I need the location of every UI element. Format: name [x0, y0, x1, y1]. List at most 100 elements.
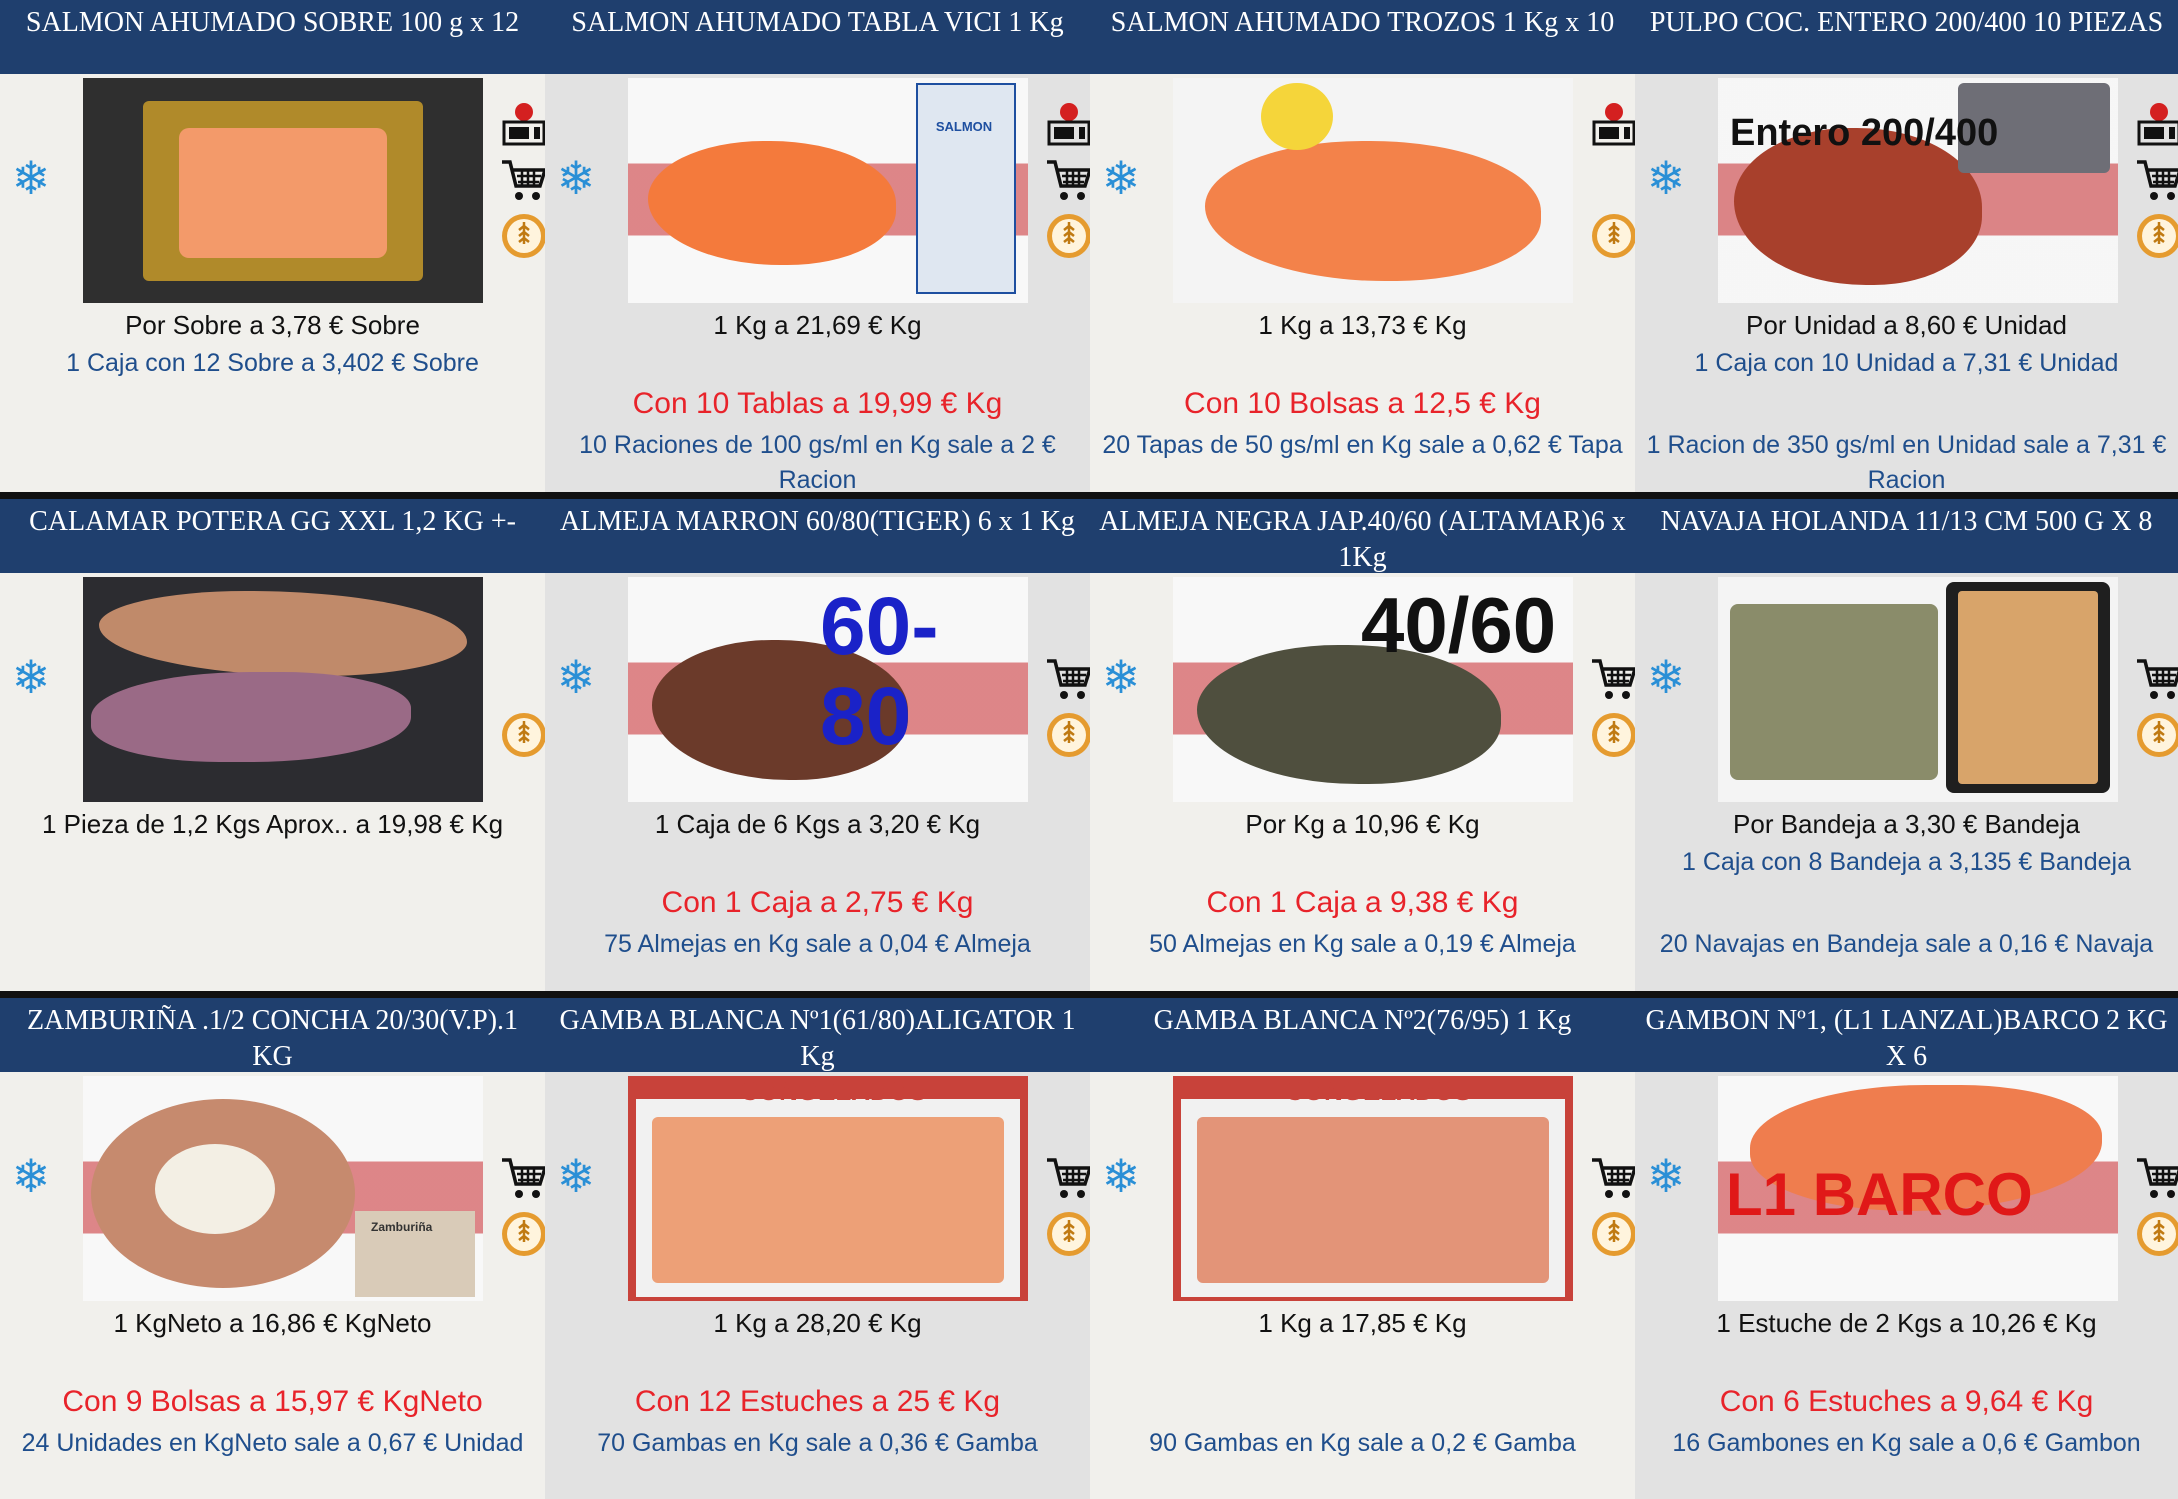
gluten-free-icon [2137, 214, 2178, 258]
product-card[interactable]: ZAMBURIÑA .1/2 CONCHA 20/30(V.P).1 KG Za… [0, 998, 545, 1499]
box-price-line: 1 Caja con 8 Bandeja a 3,135 € Bandeja [1682, 848, 2131, 876]
cart-icon[interactable] [1590, 655, 1635, 703]
product-title: GAMBON Nº1, (L1 LANZAL)BARCO 2 KG X 6 [1635, 998, 2178, 1072]
product-card[interactable]: SALMON AHUMADO TABLA VICI 1 Kg SALMON ❄ … [545, 0, 1090, 499]
gluten-free-icon [2137, 713, 2178, 757]
photo-label: SALMON [935, 118, 993, 134]
product-photo[interactable]: 60-80 [628, 577, 1028, 802]
product-card[interactable]: ALMEJA NEGRA JAP.40/60 (ALTAMAR)6 x 1Kg … [1090, 499, 1635, 998]
product-icons [1045, 599, 1090, 767]
product-icons [1590, 1098, 1635, 1266]
product-photo[interactable]: CONGELADOS [1173, 1076, 1573, 1301]
price-line: 1 Caja de 6 Kgs a 3,20 € Kg [654, 809, 981, 839]
product-photo[interactable] [83, 78, 483, 303]
gluten-free-icon [502, 713, 545, 757]
gluten-free-icon [1047, 713, 1090, 757]
product-card[interactable]: GAMBA BLANCA Nº2(76/95) 1 Kg CONGELADOS … [1090, 998, 1635, 1499]
ration-line: 24 Unidades en KgNeto sale a 0,67 € Unid… [21, 1429, 524, 1457]
offer-line: Con 10 Bolsas a 12,5 € Kg [1184, 387, 1541, 420]
photo-label: 60-80 [820, 580, 939, 762]
snowflake-icon: ❄ [11, 651, 51, 703]
price-line: Por Unidad a 8,60 € Unidad [1746, 310, 2067, 340]
product-card[interactable]: NAVAJA HOLANDA 11/13 CM 500 G X 8 ❄ Por … [1635, 499, 2178, 998]
photo-label: CONGELADOS [1285, 1076, 1472, 1106]
product-title: GAMBA BLANCA Nº1(61/80)ALIGATOR 1 Kg [545, 998, 1090, 1072]
photo-label: CONGELADOS [740, 1076, 927, 1106]
product-icons [2135, 100, 2178, 268]
price-line: 1 KgNeto a 16,86 € KgNeto [113, 1308, 432, 1338]
price-line: 1 Kg a 28,20 € Kg [713, 1308, 922, 1338]
gluten-free-icon [1047, 214, 1090, 258]
product-card[interactable]: SALMON AHUMADO SOBRE 100 g x 12 ❄ Por So… [0, 0, 545, 499]
product-card[interactable]: CALAMAR POTERA GG XXL 1,2 KG +- ❄ 1 Piez… [0, 499, 545, 998]
product-photo[interactable]: 40/60 [1173, 577, 1573, 802]
product-photo[interactable] [1718, 577, 2118, 802]
product-title: SALMON AHUMADO TABLA VICI 1 Kg [545, 0, 1090, 74]
product-icons [2135, 1098, 2178, 1266]
product-title: ZAMBURIÑA .1/2 CONCHA 20/30(V.P).1 KG [0, 998, 545, 1072]
microwave-icon [1592, 103, 1635, 146]
offer-line: Con 1 Caja a 9,38 € Kg [1206, 886, 1519, 919]
ration-line: 90 Gambas en Kg sale a 0,2 € Gamba [1149, 1429, 1576, 1457]
snowflake-icon: ❄ [556, 1150, 596, 1202]
photo-label: 40/60 [1361, 580, 1557, 669]
snowflake-icon: ❄ [1646, 651, 1686, 703]
snowflake-icon: ❄ [11, 152, 51, 204]
product-icons [500, 599, 545, 767]
snowflake-icon: ❄ [11, 1150, 51, 1202]
cart-icon[interactable] [2135, 655, 2178, 703]
snowflake-icon: ❄ [1101, 152, 1141, 204]
ration-line: 20 Tapas de 50 gs/ml en Kg sale a 0,62 €… [1102, 431, 1623, 459]
gluten-free-icon [1592, 713, 1635, 757]
product-icons [500, 100, 545, 268]
product-photo[interactable]: Entero 200/400 [1718, 78, 2118, 303]
gluten-free-icon [1592, 214, 1635, 258]
product-grid: SALMON AHUMADO SOBRE 100 g x 12 ❄ Por So… [0, 0, 2178, 1499]
product-card[interactable]: ALMEJA MARRON 60/80(TIGER) 6 x 1 Kg 60-8… [545, 499, 1090, 998]
product-icons [2135, 599, 2178, 767]
price-line: 1 Kg a 21,69 € Kg [713, 310, 922, 340]
ration-line: 75 Almejas en Kg sale a 0,04 € Almeja [604, 930, 1031, 958]
photo-label: Entero 200/400 [1730, 112, 1999, 154]
price-line: 1 Estuche de 2 Kgs a 10,26 € Kg [1716, 1308, 2097, 1338]
product-title: SALMON AHUMADO TROZOS 1 Kg x 10 [1090, 0, 1635, 74]
ration-line: 20 Navajas en Bandeja sale a 0,16 € Nava… [1659, 930, 2154, 958]
product-card[interactable]: SALMON AHUMADO TROZOS 1 Kg x 10 ❄ 1 Kg a… [1090, 0, 1635, 499]
box-price-line: 1 Caja con 10 Unidad a 7,31 € Unidad [1694, 349, 2119, 377]
photo-label: L1 BARCO [1726, 1161, 2033, 1228]
gluten-free-icon [502, 214, 545, 258]
product-title: PULPO COC. ENTERO 200/400 10 PIEZAS [1635, 0, 2178, 74]
product-card[interactable]: PULPO COC. ENTERO 200/400 10 PIEZAS Ente… [1635, 0, 2178, 499]
product-title: GAMBA BLANCA Nº2(76/95) 1 Kg [1090, 998, 1635, 1072]
cart-icon[interactable] [2135, 156, 2178, 204]
product-photo[interactable]: L1 BARCO [1718, 1076, 2118, 1301]
product-icons [500, 1098, 545, 1266]
cart-icon[interactable] [500, 1154, 545, 1202]
product-title: SALMON AHUMADO SOBRE 100 g x 12 [0, 0, 545, 74]
product-photo[interactable] [1173, 78, 1573, 303]
product-photo[interactable]: CONGELADOS [628, 1076, 1028, 1301]
cart-icon[interactable] [1590, 1154, 1635, 1202]
cart-icon[interactable] [1045, 156, 1090, 204]
ration-line: 50 Almejas en Kg sale a 0,19 € Almeja [1149, 930, 1576, 958]
product-photo[interactable] [83, 577, 483, 802]
product-icons [1045, 100, 1090, 268]
cart-icon[interactable] [1045, 1154, 1090, 1202]
price-line: Por Bandeja a 3,30 € Bandeja [1733, 809, 2080, 839]
product-icons [1590, 599, 1635, 767]
cart-icon[interactable] [2135, 1154, 2178, 1202]
microwave-icon [1047, 103, 1090, 146]
product-card[interactable]: GAMBON Nº1, (L1 LANZAL)BARCO 2 KG X 6 L1… [1635, 998, 2178, 1499]
product-card[interactable]: GAMBA BLANCA Nº1(61/80)ALIGATOR 1 Kg CON… [545, 998, 1090, 1499]
cart-icon[interactable] [500, 156, 545, 204]
product-photo[interactable]: Zamburiña [83, 1076, 483, 1301]
offer-line: Con 1 Caja a 2,75 € Kg [661, 886, 974, 919]
product-title: ALMEJA MARRON 60/80(TIGER) 6 x 1 Kg [545, 499, 1090, 573]
cart-icon[interactable] [1045, 655, 1090, 703]
offer-line: Con 9 Bolsas a 15,97 € KgNeto [62, 1385, 483, 1418]
snowflake-icon: ❄ [556, 152, 596, 204]
ration-line: 1 Racion de 350 gs/ml en Unidad sale a 7… [1646, 431, 2167, 494]
product-icons [1590, 100, 1635, 268]
ration-line: 70 Gambas en Kg sale a 0,36 € Gamba [597, 1429, 1038, 1457]
product-photo[interactable]: SALMON [628, 78, 1028, 303]
